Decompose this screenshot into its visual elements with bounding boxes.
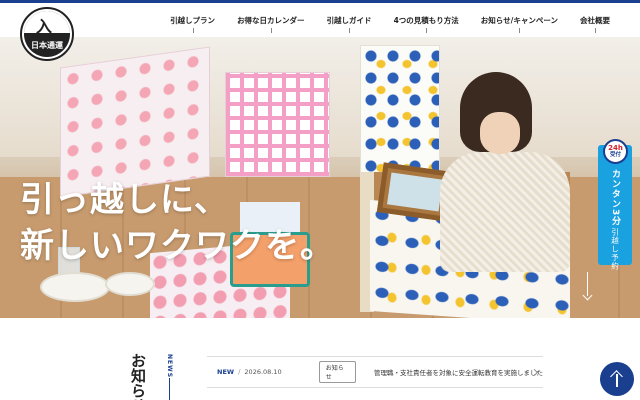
hero-box-pink	[60, 46, 210, 198]
news-separator: /	[238, 368, 241, 376]
hero-box-birds	[360, 45, 440, 175]
news-category-badge: お知らせ	[318, 361, 356, 383]
news-heading: お知らせ/キャンペーン	[128, 353, 148, 400]
news-item[interactable]: NEW / 2026.08.10 お知らせ 管理職・支社責任者を対象に安全運転教…	[207, 356, 543, 388]
logo-glyph: 入	[36, 17, 53, 36]
nav-item-calendar[interactable]: お得な日カレンダー	[237, 15, 305, 33]
news-date: 2026.08.10	[244, 368, 282, 376]
news-list: NEW / 2026.08.10 お知らせ 管理職・支社責任者を対象に安全運転教…	[207, 356, 543, 400]
cta-title: カンタン3分	[610, 169, 620, 227]
site-logo[interactable]: 入 日本通運	[20, 7, 74, 61]
nav-item-estimate-methods[interactable]: 4つの見積もり方法	[394, 15, 459, 33]
hero-plates	[40, 272, 110, 302]
arrow-up-icon	[610, 370, 623, 387]
global-nav: 引越しプラン お得な日カレンダー 引越しガイド 4つの見積もり方法 お知らせ/キ…	[170, 15, 610, 33]
news-new-tag: NEW	[217, 368, 235, 376]
page-top-button[interactable]	[600, 362, 634, 396]
hero-person	[440, 72, 570, 272]
news-title: 管理職・支社責任者を対象に安全運転教育を実施しました	[374, 369, 543, 377]
hero-plate-small	[105, 272, 155, 296]
hero-line-2: 新しいワクワクを。	[20, 226, 335, 266]
nav-item-plans[interactable]: 引越しプラン	[170, 15, 215, 33]
reception-24h-badge: 24h 受付	[603, 139, 628, 164]
arrow-down-icon	[582, 272, 593, 302]
nav-item-news[interactable]: お知らせ/キャンペーン	[481, 15, 558, 33]
hero-banner: 引っ越しに、 新しいワクワクを。	[0, 37, 640, 318]
news-section: NEWS お知らせ/キャンペーン NEW / 2026.08.10 お知らせ 管…	[0, 318, 640, 400]
hero-box-grid	[225, 72, 330, 177]
news-eyebrow: NEWS	[166, 354, 173, 379]
news-eyebrow-line	[169, 378, 170, 400]
news-item-partial	[207, 388, 543, 400]
quick-reservation-button[interactable]: 24h 受付 カンタン3分 引越し予約	[598, 139, 632, 271]
cta-subtitle: 引越し予約	[610, 228, 620, 271]
logo-emblem: 入 日本通運	[24, 11, 70, 57]
hero-line-1: 引っ越しに、	[20, 180, 229, 220]
logo-text: 日本通運	[31, 41, 63, 50]
hero-headline: 引っ越しに、 新しいワクワクを。	[20, 177, 335, 269]
site-header: 引越しプラン お得な日カレンダー 引越しガイド 4つの見積もり方法 お知らせ/キ…	[0, 3, 640, 37]
nav-item-guide[interactable]: 引越しガイド	[327, 15, 372, 33]
nav-item-company[interactable]: 会社概要	[580, 15, 610, 33]
